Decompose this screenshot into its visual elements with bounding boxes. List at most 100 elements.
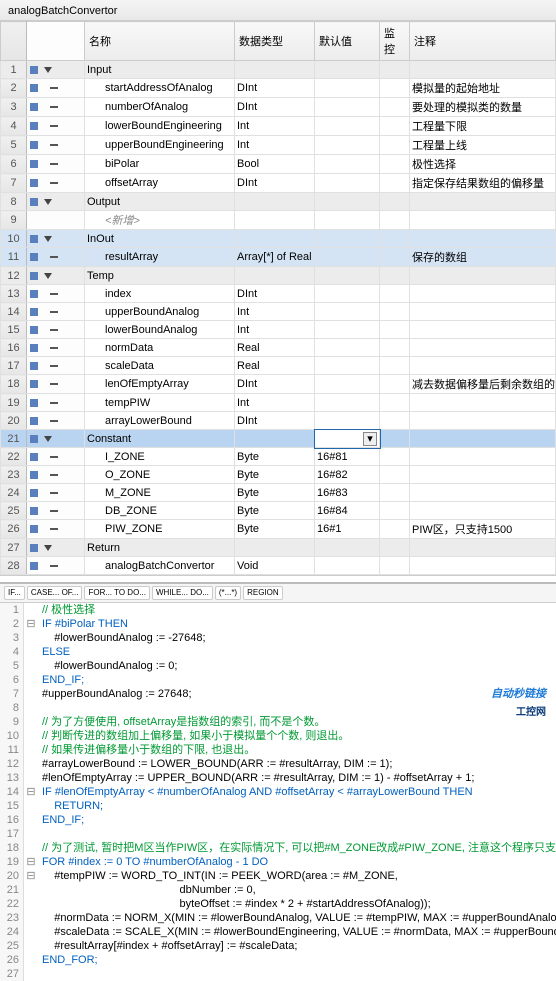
- table-row[interactable]: 25 DB_ZONEByte16#84: [1, 502, 556, 520]
- table-row[interactable]: 27 Return: [1, 539, 556, 557]
- cell-default[interactable]: [315, 211, 380, 230]
- cell-type[interactable]: Real: [235, 339, 315, 357]
- cell-type[interactable]: Int: [235, 117, 315, 136]
- code-line[interactable]: 10// 判断传进的数组加上偏移量, 如果小于模拟量个个数, 则退出。: [0, 729, 556, 743]
- code-line[interactable]: 20⊟ #tempPIW := WORD_TO_INT(IN := PEEK_W…: [0, 869, 556, 883]
- code-line[interactable]: 21 dbNumber := 0,: [0, 883, 556, 897]
- snippet-button[interactable]: (*...*): [215, 586, 241, 600]
- code-line[interactable]: 11// 如果传进偏移量小于数组的下限, 也退出。: [0, 743, 556, 757]
- cell-default[interactable]: [315, 557, 380, 575]
- table-row[interactable]: 21 Constant▾: [1, 430, 556, 448]
- code-line[interactable]: 4ELSE: [0, 645, 556, 659]
- cell-type[interactable]: Bool: [235, 155, 315, 174]
- cell-default[interactable]: [315, 303, 380, 321]
- code-line[interactable]: 13#lenOfEmptyArray := UPPER_BOUND(ARR :=…: [0, 771, 556, 785]
- cell-comment[interactable]: 要处理的模拟类的数量: [410, 98, 556, 117]
- cell-type[interactable]: Void: [235, 557, 315, 575]
- cell-type[interactable]: Byte: [235, 502, 315, 520]
- cell-monitor[interactable]: [380, 412, 410, 430]
- cell-default[interactable]: [315, 375, 380, 394]
- cell-monitor[interactable]: [380, 502, 410, 520]
- code-line[interactable]: 15 RETURN;: [0, 799, 556, 813]
- code-line[interactable]: 16END_IF;: [0, 813, 556, 827]
- code-line[interactable]: 2⊟IF #biPolar THEN: [0, 617, 556, 631]
- code-line[interactable]: 3 #lowerBoundAnalog := -27648;: [0, 631, 556, 645]
- cell-default[interactable]: [315, 98, 380, 117]
- cell-default[interactable]: [315, 155, 380, 174]
- cell-name[interactable]: upperBoundEngineering: [85, 136, 235, 155]
- cell-default[interactable]: [315, 339, 380, 357]
- code-line[interactable]: 18// 为了测试, 暂时把M区当作PIW区，在实际情况下, 可以把#M_ZON…: [0, 841, 556, 855]
- cell-type[interactable]: [235, 193, 315, 211]
- cell-monitor[interactable]: [380, 117, 410, 136]
- expand-icon[interactable]: [44, 273, 52, 279]
- cell-name[interactable]: biPolar: [85, 155, 235, 174]
- cell-comment[interactable]: [410, 412, 556, 430]
- cell-default[interactable]: [315, 79, 380, 98]
- snippet-button[interactable]: REGION: [243, 586, 283, 600]
- table-row[interactable]: 14 upperBoundAnalogInt: [1, 303, 556, 321]
- code-line[interactable]: 7#upperBoundAnalog := 27648;: [0, 687, 556, 701]
- cell-default[interactable]: ▾: [315, 430, 380, 448]
- table-row[interactable]: 6 biPolarBool极性选择: [1, 155, 556, 174]
- cell-type[interactable]: Int: [235, 136, 315, 155]
- cell-comment[interactable]: [410, 539, 556, 557]
- cell-name[interactable]: lowerBoundAnalog: [85, 321, 235, 339]
- table-row[interactable]: 1 Input: [1, 61, 556, 79]
- cell-name[interactable]: Output: [85, 193, 235, 211]
- cell-comment[interactable]: 工程量上线: [410, 136, 556, 155]
- cell-default[interactable]: 16#83: [315, 484, 380, 502]
- cell-comment[interactable]: [410, 211, 556, 230]
- cell-default[interactable]: [315, 357, 380, 375]
- cell-type[interactable]: Array[*] of Real: [235, 248, 315, 267]
- cell-comment[interactable]: 指定保存结果数组的偏移量: [410, 174, 556, 193]
- cell-default[interactable]: [315, 267, 380, 285]
- cell-comment[interactable]: 减去数据偏移量后剩余数组的长度: [410, 375, 556, 394]
- cell-monitor[interactable]: [380, 430, 410, 448]
- cell-default[interactable]: [315, 412, 380, 430]
- cell-name[interactable]: analogBatchConvertor: [85, 557, 235, 575]
- cell-comment[interactable]: [410, 230, 556, 248]
- cell-comment[interactable]: [410, 466, 556, 484]
- table-row[interactable]: 7 offsetArrayDInt指定保存结果数组的偏移量: [1, 174, 556, 193]
- cell-name[interactable]: resultArray: [85, 248, 235, 267]
- cell-comment[interactable]: [410, 339, 556, 357]
- cell-type[interactable]: [235, 211, 315, 230]
- cell-comment[interactable]: [410, 61, 556, 79]
- expand-icon[interactable]: [44, 436, 52, 442]
- cell-type[interactable]: [235, 539, 315, 557]
- snippet-button[interactable]: IF...: [4, 586, 25, 600]
- table-row[interactable]: 17 scaleDataReal: [1, 357, 556, 375]
- cell-name[interactable]: normData: [85, 339, 235, 357]
- cell-comment[interactable]: [410, 430, 556, 448]
- cell-monitor[interactable]: [380, 339, 410, 357]
- cell-name[interactable]: lowerBoundEngineering: [85, 117, 235, 136]
- cell-type[interactable]: Byte: [235, 484, 315, 502]
- table-row[interactable]: 2 startAddressOfAnalogDInt模拟量的起始地址: [1, 79, 556, 98]
- col-default[interactable]: 默认值: [315, 22, 380, 61]
- cell-default[interactable]: 16#1: [315, 520, 380, 539]
- expand-icon[interactable]: [44, 545, 52, 551]
- cell-comment[interactable]: PIW区，只支持1500: [410, 520, 556, 539]
- code-line[interactable]: 9// 为了方便使用, offsetArray是指数组的索引, 而不是个数。: [0, 715, 556, 729]
- cell-type[interactable]: Byte: [235, 448, 315, 466]
- snippet-button[interactable]: WHILE... DO...: [152, 586, 213, 600]
- cell-default[interactable]: [315, 248, 380, 267]
- dropdown-icon[interactable]: ▾: [363, 432, 377, 446]
- cell-type[interactable]: DInt: [235, 79, 315, 98]
- cell-name[interactable]: startAddressOfAnalog: [85, 79, 235, 98]
- cell-comment[interactable]: 工程量下限: [410, 117, 556, 136]
- code-line[interactable]: 14⊟IF #lenOfEmptyArray < #numberOfAnalog…: [0, 785, 556, 799]
- snippet-button[interactable]: CASE... OF...: [27, 586, 83, 600]
- cell-comment[interactable]: [410, 193, 556, 211]
- expand-icon[interactable]: [44, 67, 52, 73]
- cell-monitor[interactable]: [380, 285, 410, 303]
- cell-default[interactable]: [315, 230, 380, 248]
- code-body[interactable]: 1// 极性选择2⊟IF #biPolar THEN3 #lowerBoundA…: [0, 603, 556, 981]
- cell-name[interactable]: DB_ZONE: [85, 502, 235, 520]
- table-row[interactable]: 28 analogBatchConvertorVoid: [1, 557, 556, 575]
- cell-name[interactable]: PIW_ZONE: [85, 520, 235, 539]
- col-comment[interactable]: 注释: [410, 22, 556, 61]
- code-line[interactable]: 6END_IF;: [0, 673, 556, 687]
- cell-name[interactable]: Return: [85, 539, 235, 557]
